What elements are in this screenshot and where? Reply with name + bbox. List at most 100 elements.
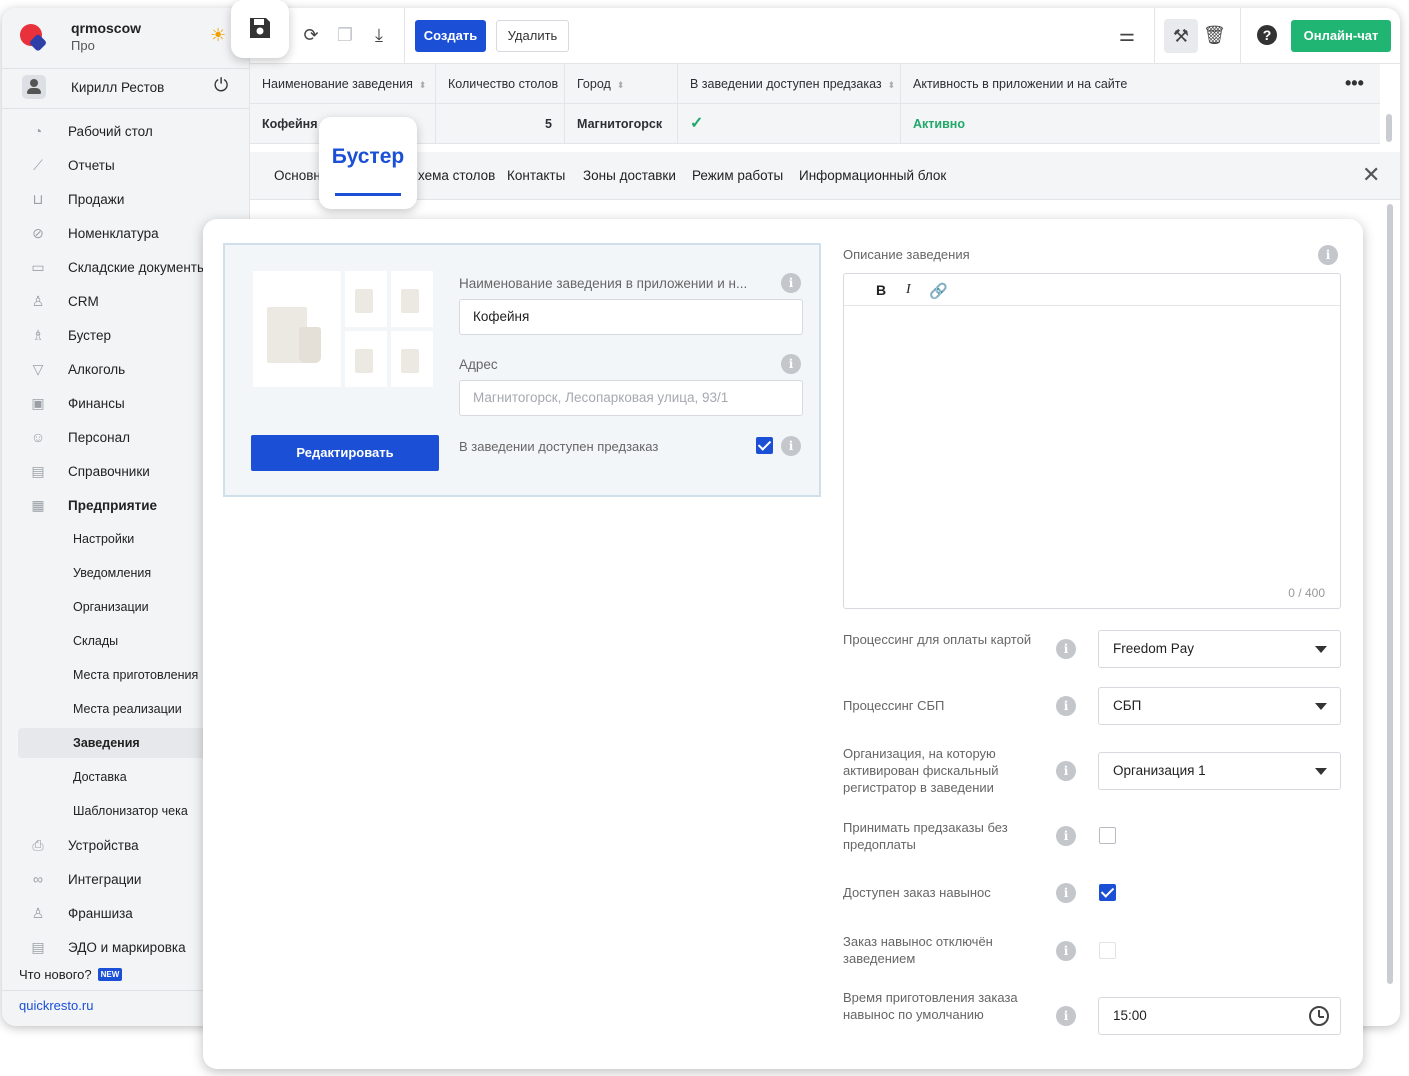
refresh-icon[interactable]: ⟳ [300,24,322,46]
tab-contacts[interactable]: Контакты [507,168,565,183]
clock-icon[interactable] [1309,1006,1329,1026]
card-processing-label: Процессинг для оплаты картой [843,632,1032,647]
sidebar-item[interactable]: ⟋ Отчеты [18,150,250,180]
header-activity[interactable]: Активность в приложении и на сайте [901,64,1380,104]
divider [404,8,405,64]
info-icon[interactable]: i [781,436,801,456]
organization-value: Организация 1 [1113,763,1206,778]
tab-booster[interactable]: Бустер [319,117,417,209]
scrollbar[interactable] [1386,114,1392,142]
subnav-item-label: Заведения [73,736,140,750]
header-preorder[interactable]: В заведении доступен предзаказ ⬍ [678,64,901,104]
more-icon[interactable]: ••• [1345,64,1364,102]
sidebar-item-label: Интеграции [68,872,142,887]
info-icon[interactable]: i [1056,883,1076,903]
organization-select[interactable]: Организация 1 [1098,752,1341,790]
info-icon[interactable]: i [1056,696,1076,716]
italic-icon[interactable]: I [906,282,911,298]
help-icon[interactable]: ? [1256,24,1278,46]
theme-sun-icon[interactable]: ☀ [210,26,226,44]
header-name[interactable]: Наименование заведения ⬍ [250,64,436,104]
online-chat-button[interactable]: Онлайн-чат [1291,20,1391,52]
sidebar-item[interactable]: ◔ Рабочий стол [18,116,250,146]
tab-delivery-zones[interactable]: Зоны доставки [583,168,676,183]
edit-button[interactable]: Редактировать [251,435,439,471]
nav-icon: ▭ [31,259,45,275]
tools-button[interactable]: ⚒ [1164,19,1198,53]
info-icon[interactable]: i [781,273,801,293]
info-icon[interactable]: i [1318,245,1338,265]
check-icon: ✓ [678,104,901,144]
main-image[interactable] [253,271,341,387]
divider [1240,8,1241,64]
info-icon[interactable]: i [1056,1006,1076,1026]
tab-main[interactable]: Основн [274,168,321,183]
trash-icon[interactable]: 🗑 [1203,24,1226,46]
brand[interactable]: qrmoscow Про ☀ [18,18,238,64]
download-icon[interactable]: ⤓ [368,24,390,46]
divider [2,108,250,109]
nav-icon: ▤ [31,939,45,955]
link-icon[interactable]: 🔗 [929,282,948,300]
thumbnail[interactable] [391,271,433,327]
sidebar-item-label: Алкоголь [68,362,126,377]
account-name: qrmoscow [71,20,142,36]
tab-table-scheme[interactable]: хема столов [418,168,495,183]
power-icon[interactable]: ⏻ [214,76,228,94]
sidebar-item-label: Складские документы [68,260,207,275]
tab-info-block[interactable]: Информационный блок [799,168,946,183]
sidebar-item[interactable]: ⊔ Продажи [18,184,250,214]
preorder-label: В заведении доступен предзаказ [459,439,659,454]
nav-icon: ▽ [32,361,44,377]
whats-new-label: Что нового? [19,967,92,982]
preorder-checkbox[interactable] [756,437,773,454]
copy-icon[interactable]: ❐ [334,24,356,46]
sbp-select[interactable]: СБП [1098,687,1341,725]
bold-icon[interactable]: B [876,282,886,298]
sidebar-item-label: Предприятие [68,498,158,513]
scrollbar[interactable] [1387,424,1393,984]
info-icon[interactable]: i [1056,941,1076,961]
thumbnail[interactable] [345,331,387,387]
info-icon[interactable]: i [1056,761,1076,781]
nav-icon: ▣ [31,395,45,411]
chevron-down-icon [1315,703,1327,710]
chevron-down-icon [1315,768,1327,775]
whats-new-link[interactable]: Что нового? NEW [19,967,123,982]
sidebar-item-label: Устройства [68,838,139,853]
table-row[interactable]: Кофейня 5 Магнитогорск ✓ Активно [250,104,1380,144]
tab-working-hours[interactable]: Режим работы [692,168,783,183]
save-button[interactable] [231,0,289,58]
thumbnail[interactable] [345,271,387,327]
site-link[interactable]: quickresto.ru [19,998,93,1013]
delete-button[interactable]: Удалить [496,20,569,52]
info-icon[interactable]: i [1056,639,1076,659]
address-input[interactable]: Магнитогорск, Лесопарковая улица, 93/1 [459,380,803,416]
takeaway-checkbox[interactable] [1099,884,1116,901]
name-input[interactable]: Кофейня [459,299,803,335]
info-icon[interactable]: i [1056,826,1076,846]
create-button[interactable]: Создать [415,20,486,52]
card-processing-value: Freedom Pay [1113,641,1195,656]
no-prepay-label: Принимать предзаказы без предоплаты [843,820,1008,852]
header-tables[interactable]: Количество столов [436,64,565,104]
close-icon[interactable]: ✕ [1362,162,1380,188]
header-city[interactable]: Город ⬍ [565,64,678,104]
thumbnail[interactable] [391,331,433,387]
subnav-item-label: Доставка [73,770,127,784]
user-row[interactable]: Кирилл Рестов ⏻ [18,72,238,104]
nav-icon: ♗ [31,327,45,343]
sidebar-item-label: Франшиза [68,906,133,921]
subnav-item-label: Места приготовления [73,668,199,682]
prep-time-input[interactable]: 15:00 [1098,997,1341,1035]
info-icon[interactable]: i [781,354,801,374]
description-editor[interactable]: B I 🔗 0 / 400 [843,273,1341,609]
card-processing-select[interactable]: Freedom Pay [1098,630,1341,668]
sidebar-item-label: Номенклатура [68,226,159,241]
no-prepay-checkbox[interactable] [1099,827,1116,844]
sbp-value: СБП [1113,698,1142,713]
sidebar-item-label: ЭДО и маркировка [68,940,186,955]
account-plan: Про [71,38,95,53]
bag-shape [401,349,419,373]
column-settings-icon[interactable]: ⚌ [1116,24,1138,46]
